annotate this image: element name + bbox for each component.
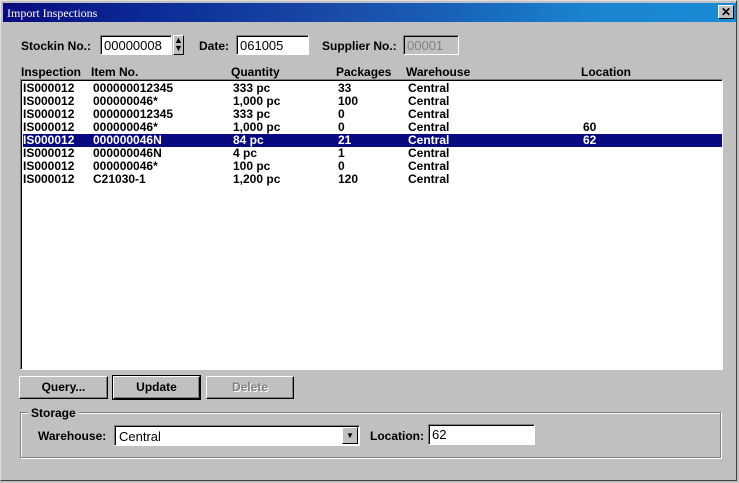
cell-packages: 120 <box>338 172 359 186</box>
warehouse-dropdown-button[interactable]: ▼ <box>342 427 358 444</box>
stockin-label: Stockin No.: <box>21 39 92 53</box>
column-header-packages[interactable]: Packages <box>336 65 391 79</box>
spin-arrows-icon: ▲ ▼ <box>174 35 183 53</box>
location-label: Location: <box>370 429 424 443</box>
column-header-location[interactable]: Location <box>581 65 631 79</box>
stockin-field[interactable]: 00000008 <box>100 35 172 55</box>
column-header-warehouse[interactable]: Warehouse <box>406 65 470 79</box>
window-title: Import Inspections <box>7 6 98 20</box>
chevron-down-icon: ▼ <box>346 431 354 440</box>
warehouse-label: Warehouse: <box>38 429 107 443</box>
table-row[interactable]: IS000012 C21030-1 1,200 pc 120 Central <box>23 173 722 186</box>
cell-warehouse: Central <box>408 172 450 186</box>
storage-group-title: Storage <box>28 406 79 420</box>
inspections-list[interactable]: IS000012 000000012345 333 pc 33 Central … <box>20 79 723 370</box>
column-header-inspection[interactable]: Inspection <box>21 65 81 79</box>
stockin-spin-button[interactable]: ▲ ▼ <box>173 35 184 55</box>
warehouse-select[interactable]: Central ▼ <box>114 425 360 446</box>
column-header-item-no[interactable]: Item No. <box>91 65 138 79</box>
title-bar[interactable]: Import Inspections ✕ <box>3 3 736 22</box>
warehouse-selected-value: Central <box>119 429 161 444</box>
location-field[interactable]: 62 <box>428 424 535 445</box>
cell-quantity: 1,200 pc <box>233 172 281 186</box>
update-button[interactable]: Update <box>112 375 201 400</box>
close-icon: ✕ <box>720 5 732 19</box>
supplier-label: Supplier No.: <box>322 39 397 53</box>
close-button[interactable]: ✕ <box>718 5 734 19</box>
cell-item-no: C21030-1 <box>93 172 146 186</box>
cell-inspection: IS000012 <box>23 172 75 186</box>
query-button[interactable]: Query... <box>19 376 108 399</box>
delete-button: Delete <box>206 376 294 399</box>
date-label: Date: <box>199 39 230 53</box>
cell-location: 62 <box>583 133 597 147</box>
date-field[interactable]: 061005 <box>236 35 309 55</box>
column-header-quantity[interactable]: Quantity <box>231 65 280 79</box>
supplier-field: 00001 <box>403 35 459 55</box>
